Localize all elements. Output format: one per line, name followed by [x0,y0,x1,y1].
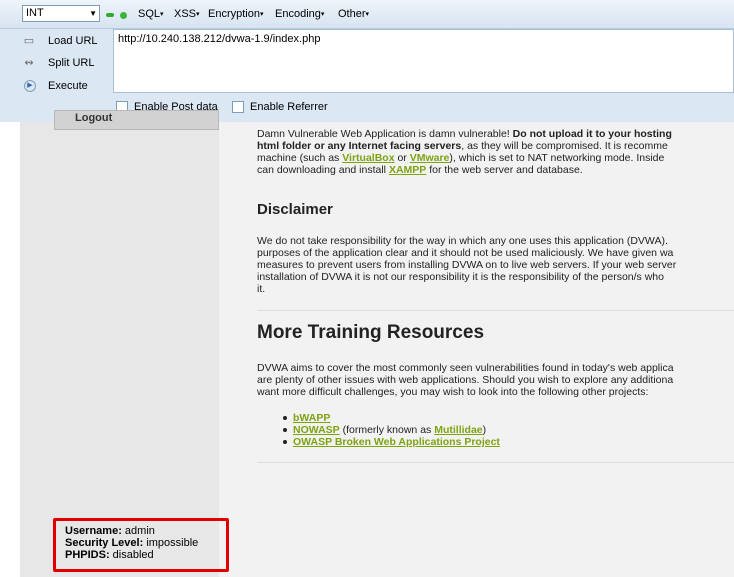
owasp-link[interactable]: OWASP Broken Web Applications Project [293,436,500,448]
logout-label: Logout [75,112,113,124]
menu-encoding-label: Encoding [275,8,321,20]
disclaimer-line: measures to prevent users from installin… [257,259,677,271]
bullet-icon [283,440,287,445]
security-level-label: Security Level: [65,537,144,549]
url-text: http://10.240.138.212/dvwa-1.9/index.php [118,33,321,45]
intro-text: , as they will be compromised. It is rec… [461,140,668,152]
divider [257,310,734,311]
intro-text: machine (such as [257,152,343,164]
security-level-value: impossible [143,537,199,549]
dropdown-arrow-icon: ▼ [89,9,97,18]
split-url-button[interactable]: ↭ Split URL [22,52,112,74]
execute-button[interactable]: ▶ Execute [22,75,112,97]
username-value: admin [121,525,155,537]
menu-xss[interactable]: XSS▾ [174,8,200,20]
security-level-row: Security Level: impossible [65,537,226,549]
vmware-link[interactable]: VMware [410,152,450,164]
mutillidae-link[interactable]: Mutillidae [434,424,482,436]
disclaimer-heading: Disclaimer [257,201,333,218]
menu-other[interactable]: Other▾ [338,8,369,20]
training-line: are plenty of other issues with web appl… [257,374,674,386]
hackbar-toolbar: INT ▼ SQL▾ XSS▾ Encryption▾ Encoding▾ Ot… [0,0,734,123]
load-url-icon: ▭ [23,35,35,47]
menu-xss-label: XSS [174,8,197,20]
bwapp-link[interactable]: bWAPP [293,412,330,424]
caret-icon: ▾ [160,11,164,19]
menu-encryption-label: Encryption [208,8,260,20]
intro-text: ), which is set to NAT networking mode. … [449,152,665,164]
phpids-row: PHPIDS: disabled [65,549,226,561]
bullet-icon [283,416,287,421]
nowasp-note: ) [482,424,487,436]
list-item: NOWASP (formerly known as Mutillidae) [283,424,500,436]
disclaimer-line: it. [257,283,266,295]
intro-text: Damn Vulnerable Web Application is damn … [257,128,513,140]
split-url-label: Split URL [48,57,95,69]
menu-encoding[interactable]: Encoding▾ [275,8,324,20]
logout-menu-item[interactable]: Logout [54,110,219,130]
execute-icon: ▶ [24,80,36,92]
url-textarea[interactable]: http://10.240.138.212/dvwa-1.9/index.php [113,29,734,93]
disclaimer-line: We do not take responsibility for the wa… [257,235,668,247]
divider [257,462,734,463]
enable-referrer-checkbox[interactable]: Enable Referrer [232,101,328,114]
project-list: bWAPP NOWASP (formerly known as Mutillid… [283,412,500,448]
training-line: want more difficult challenges, you may … [257,386,649,398]
intro-text: for the web server and database. [426,164,583,176]
sidebar [20,122,219,577]
nowasp-note: (formerly known as [339,424,435,436]
execute-label: Execute [48,80,88,92]
user-status-box: Username: admin Security Level: impossib… [53,518,229,572]
split-url-icon: ↭ [24,57,34,69]
menu-encryption[interactable]: Encryption▾ [208,8,264,20]
bullet-icon [283,428,287,433]
intro-text: can downloading and install [257,164,389,176]
virtualbox-link[interactable]: VirtualBox [342,152,394,164]
training-paragraph: DVWA aims to cover the most commonly see… [257,362,734,398]
hackbar-menu-row: INT ▼ SQL▾ XSS▾ Encryption▾ Encoding▾ Ot… [0,0,734,29]
list-item: bWAPP [283,412,500,424]
disclaimer-line: purposes of the application clear and it… [257,247,674,259]
menu-sql-label: SQL [138,8,161,20]
caret-icon: ▾ [320,11,325,19]
type-select-value: INT [26,7,44,19]
caret-icon: ▾ [196,11,200,19]
plus-icon[interactable] [120,12,127,19]
phpids-label: PHPIDS: [65,549,110,561]
phpids-value: disabled [109,549,154,561]
minus-icon[interactable] [106,13,114,17]
checkbox-box[interactable] [232,101,244,114]
load-url-label: Load URL [48,35,98,47]
enable-referrer-label: Enable Referrer [250,101,328,113]
disclaimer-paragraph: We do not take responsibility for the wa… [257,235,734,295]
caret-icon: ▾ [365,11,370,19]
intro-bold: Do not upload it to your hosting [512,128,672,140]
intro-text: or [394,152,410,164]
nowasp-link[interactable]: NOWASP [293,424,340,436]
intro-bold: html folder or any Internet facing serve… [257,140,462,152]
xampp-link[interactable]: XAMPP [389,164,426,176]
menu-other-label: Other [338,8,366,20]
list-item: OWASP Broken Web Applications Project [283,436,500,448]
menu-sql[interactable]: SQL▾ [138,8,164,20]
main-content: Damn Vulnerable Web Application is damn … [219,122,734,577]
type-select[interactable]: INT ▼ [22,5,100,22]
training-heading: More Training Resources [257,322,485,343]
load-url-button[interactable]: ▭ Load URL [22,30,112,52]
username-label: Username: [65,525,122,537]
caret-icon: ▾ [259,11,264,19]
training-line: DVWA aims to cover the most commonly see… [257,362,674,374]
intro-paragraph: Damn Vulnerable Web Application is damn … [257,128,734,176]
username-row: Username: admin [65,525,226,537]
left-strip [0,122,20,577]
disclaimer-line: installation of DVWA it is not our respo… [257,271,664,283]
